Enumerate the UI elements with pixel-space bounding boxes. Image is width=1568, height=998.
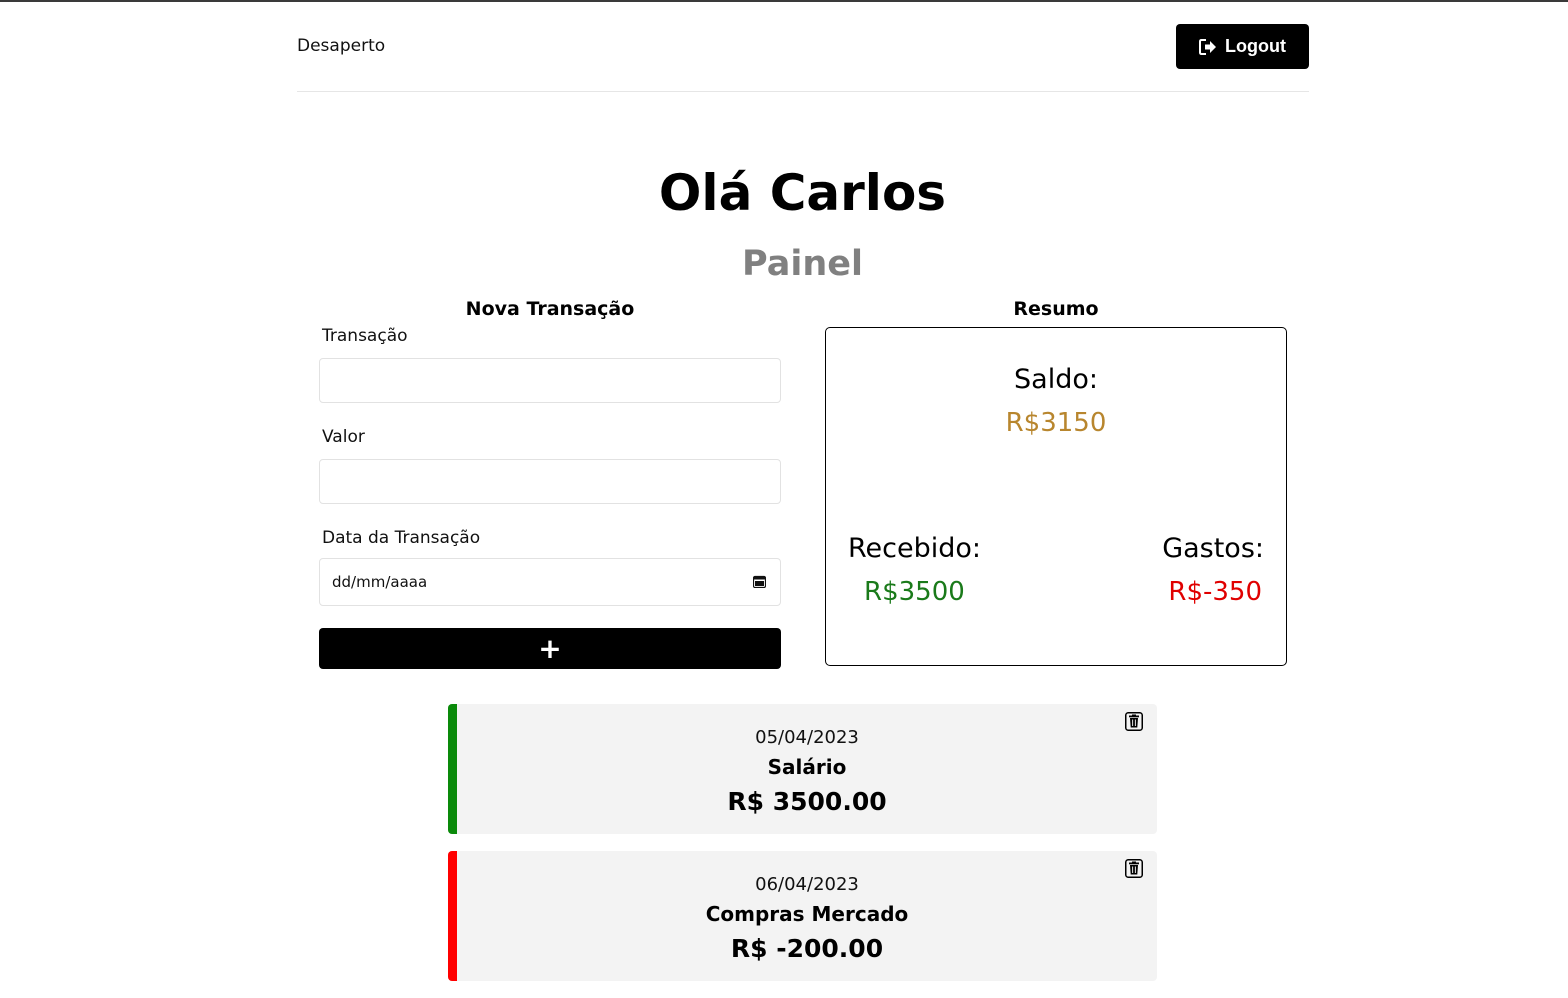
- sign-out-icon: [1199, 38, 1216, 55]
- transaction-type-bar: [448, 851, 457, 981]
- transaction-name: Compras Mercado: [705, 902, 909, 926]
- valor-label: Valor: [322, 427, 365, 447]
- transaction-card: 05/04/2023 Salário R$ 3500.00: [448, 704, 1157, 834]
- gastos-value: R$-350: [1168, 577, 1262, 607]
- date-input[interactable]: dd/mm/aaaa: [319, 558, 781, 606]
- transaction-name: Salário: [767, 755, 847, 779]
- calendar-icon[interactable]: [753, 575, 766, 588]
- transaction-amount: R$ 3500.00: [727, 787, 887, 816]
- transacao-label: Transação: [322, 326, 408, 346]
- brand-name[interactable]: Desaperto: [297, 36, 385, 56]
- summary-section: Resumo Saldo: R$3150 Recebido: R$3500 Ga…: [825, 298, 1287, 666]
- saldo-label: Saldo:: [1014, 364, 1098, 395]
- trash-icon[interactable]: [1125, 712, 1143, 731]
- date-placeholder: dd/mm/aaaa: [332, 573, 428, 591]
- summary-card: Saldo: R$3150 Recebido: R$3500 Gastos: R…: [825, 327, 1287, 666]
- page-greeting: Olá Carlos: [658, 164, 947, 222]
- recebido-label: Recebido:: [848, 533, 982, 564]
- saldo-value: R$3150: [1005, 408, 1107, 438]
- transaction-amount: R$ -200.00: [730, 934, 884, 963]
- data-label: Data da Transação: [322, 528, 481, 548]
- recebido-value: R$3500: [864, 577, 965, 607]
- transacao-input[interactable]: [319, 358, 781, 403]
- add-transaction-button[interactable]: +: [319, 628, 781, 669]
- page-subtitle: Painel: [742, 244, 863, 284]
- valor-input[interactable]: [319, 459, 781, 504]
- transaction-date: 06/04/2023: [755, 874, 859, 895]
- summary-title: Resumo: [1013, 298, 1099, 320]
- transaction-card: 06/04/2023 Compras Mercado R$ -200.00: [448, 851, 1157, 981]
- transaction-list: 05/04/2023 Salário R$ 3500.00 06/04/2023…: [448, 704, 1157, 998]
- trash-icon[interactable]: [1125, 859, 1143, 878]
- navbar: Desaperto Logout: [297, 2, 1309, 92]
- new-transaction-form: Nova Transação Transação Valor Data da T…: [319, 298, 781, 669]
- transaction-type-bar: [448, 704, 457, 834]
- transaction-date: 05/04/2023: [755, 727, 859, 748]
- plus-icon: +: [538, 631, 562, 665]
- logout-button[interactable]: Logout: [1176, 24, 1309, 69]
- form-title: Nova Transação: [465, 298, 635, 320]
- gastos-label: Gastos:: [1162, 533, 1264, 564]
- logout-label: Logout: [1225, 36, 1286, 56]
